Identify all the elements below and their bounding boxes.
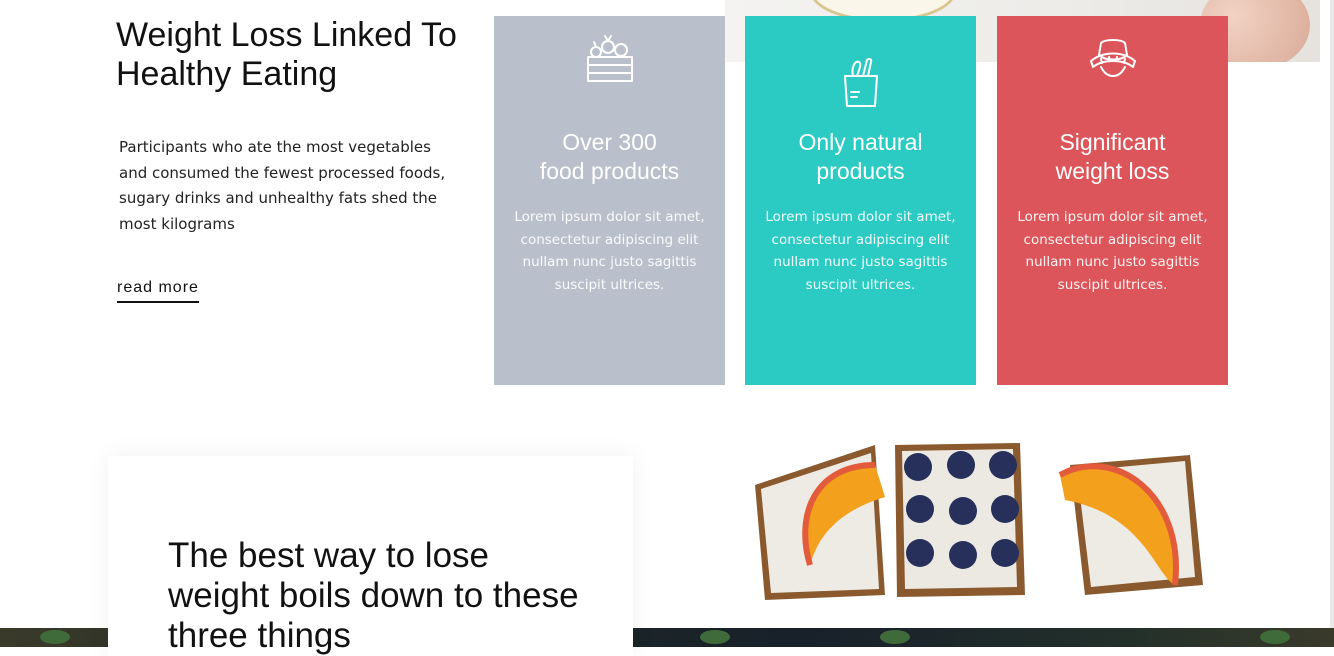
grocery-bag-icon	[843, 57, 878, 107]
card-title: Significant weight loss	[1055, 129, 1170, 184]
section-description: Participants who ate the most vegetables…	[119, 138, 446, 233]
scrollbar-track[interactable]	[1330, 0, 1334, 647]
card-text: Lorem ipsum dolor sit amet, consectetur …	[1017, 209, 1208, 293]
info-title: The best way to lose weight boils down t…	[168, 536, 579, 655]
feature-card-natural-products: Only natural products Lorem ipsum dolor …	[745, 16, 976, 385]
card-text: Lorem ipsum dolor sit amet, consectetur …	[765, 209, 956, 293]
feature-card-food-products: Over 300 food products Lorem ipsum dolor…	[494, 16, 725, 385]
measuring-tape-icon	[1089, 39, 1136, 77]
card-title: Only natural products	[798, 129, 923, 184]
toast-photo	[755, 443, 1203, 600]
info-box: The best way to lose weight boils down t…	[108, 456, 633, 656]
card-title: Over 300 food products	[539, 129, 680, 184]
feature-card-weight-loss: Significant weight loss Lorem ipsum dolo…	[997, 16, 1228, 385]
read-more-link[interactable]: read more	[117, 279, 199, 303]
vegetable-crate-icon	[586, 35, 633, 82]
section-title: Weight Loss Linked To Healthy Eating	[116, 16, 457, 93]
card-text: Lorem ipsum dolor sit amet, consectetur …	[514, 209, 705, 293]
